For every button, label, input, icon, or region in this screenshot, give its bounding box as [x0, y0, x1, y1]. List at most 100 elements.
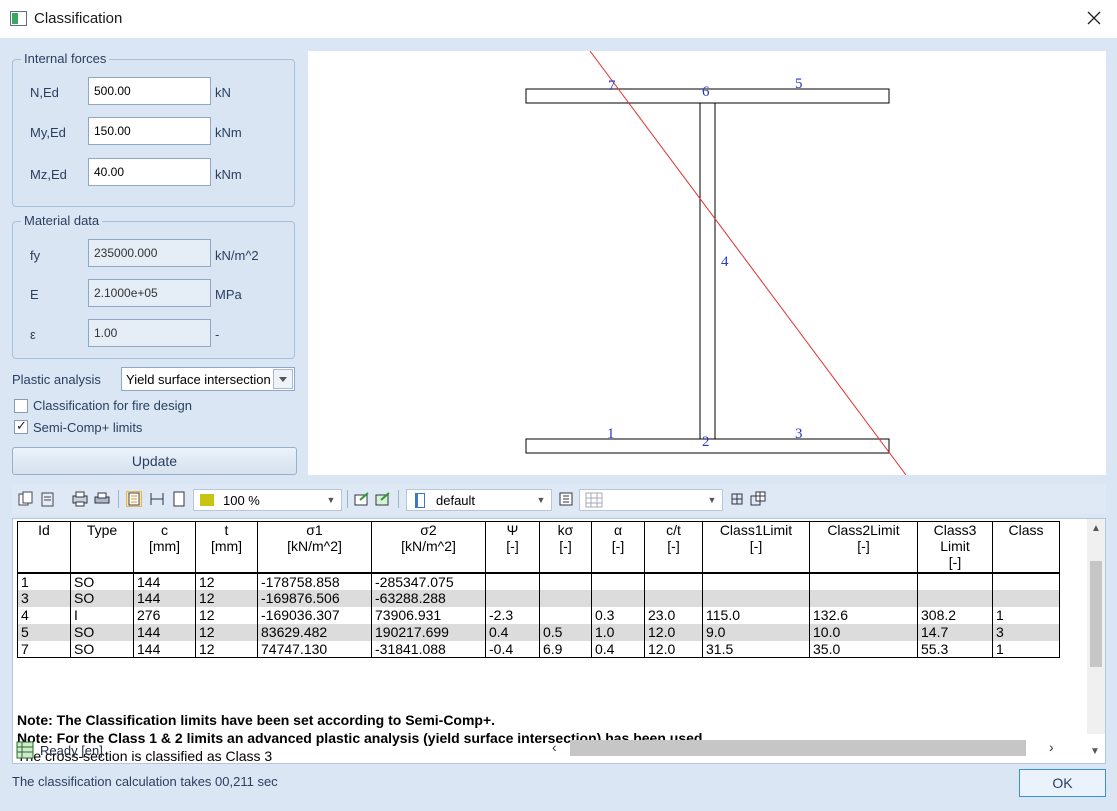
table-cell: 115.0 [702, 606, 810, 624]
zoom-combo[interactable]: 100 % ▼ [193, 489, 342, 511]
scroll-thumb[interactable] [1090, 561, 1102, 667]
table-cell: 55.3 [917, 640, 993, 658]
status-grid-icon [16, 741, 34, 759]
scroll-up-icon[interactable]: ▲ [1091, 523, 1101, 534]
table-cell: 1 [992, 640, 1060, 658]
table-cell: 0.5 [539, 623, 592, 641]
table-row[interactable]: 1 SO 144 12 -178758.858 -285347.075 [17, 572, 1060, 590]
plate-label-1: 1 [607, 426, 615, 442]
dropdown-arrow-icon[interactable] [273, 369, 293, 389]
fit-width-icon[interactable] [126, 491, 142, 507]
fit-height-icon[interactable] [149, 491, 165, 507]
toolbar-separator [347, 490, 348, 508]
scroll-down-icon[interactable]: ▼ [1090, 746, 1100, 757]
column-header[interactable]: Class3 Limit [-] [917, 521, 993, 574]
table-cell [539, 606, 592, 624]
ned-input[interactable] [88, 77, 211, 105]
e-unit: MPa [215, 287, 242, 302]
table-cell [917, 589, 993, 607]
scroll-left-icon[interactable]: ‹ [552, 739, 557, 755]
paste-icon[interactable] [40, 491, 56, 507]
table-row[interactable]: 7 SO 144 12 74747.130 -31841.088 -0.4 6.9 0.4 12.… [17, 640, 1060, 658]
ok-button[interactable]: OK [1019, 769, 1106, 797]
column-header[interactable]: Type [70, 521, 134, 574]
table-cell: 144 [133, 589, 196, 607]
column-header[interactable]: Id [17, 521, 71, 574]
column-header[interactable]: σ2 [kN/m^2] [371, 521, 486, 574]
update-button[interactable]: Update [12, 447, 297, 475]
cross-section-drawing: 7 6 5 4 1 2 3 [308, 51, 1106, 475]
table-row[interactable]: 5 SO 144 12 83629.482 190217.699 0.4 0.5 1.0 12.0… [17, 623, 1060, 641]
column-header[interactable]: c [mm] [133, 521, 196, 574]
print-icon[interactable] [94, 491, 110, 507]
myed-input[interactable] [88, 117, 211, 145]
column-header[interactable]: t [mm] [195, 521, 258, 574]
column-header[interactable]: α [-] [591, 521, 645, 574]
vertical-scrollbar[interactable]: ▲ [1087, 519, 1105, 734]
table-cell: 7 [17, 640, 71, 658]
e-field[interactable] [88, 279, 211, 307]
table-settings-icon[interactable] [558, 491, 574, 507]
close-button[interactable] [1071, 0, 1117, 36]
table-cell: 144 [133, 572, 196, 590]
mzed-input[interactable] [88, 158, 211, 186]
results-table: Id Type c [mm] t [mm] σ1 [kN/m^2] σ2 [kN/m^2… [17, 521, 1060, 658]
plastic-analysis-dropdown[interactable]: Yield surface intersection [121, 367, 295, 391]
table-cell: SO [70, 589, 134, 607]
table-cell: 12 [195, 623, 258, 641]
epsilon-unit: - [215, 327, 220, 342]
grid-dropdown-icon[interactable]: ▼ [704, 492, 720, 508]
export-icon[interactable] [354, 491, 370, 507]
small-grid-icon[interactable] [729, 491, 745, 507]
app-icon [10, 11, 27, 26]
style-combo[interactable]: default ▼ [406, 489, 552, 511]
grid-layout-icon[interactable] [750, 491, 766, 507]
table-cell: 0.3 [591, 606, 645, 624]
scroll-right-icon[interactable]: › [1049, 739, 1054, 755]
close-icon [1087, 11, 1101, 25]
table-cell: 0.4 [591, 640, 645, 658]
table-cell: 83629.482 [257, 623, 372, 641]
table-cell: 12 [195, 572, 258, 590]
column-header[interactable]: c/t [-] [644, 521, 703, 574]
table-cell: -169036.307 [257, 606, 372, 624]
column-header[interactable]: kσ [-] [539, 521, 592, 574]
table-cell [992, 589, 1060, 607]
fy-field[interactable] [88, 239, 211, 267]
myed-label: My,Ed [30, 125, 66, 140]
table-cell [702, 572, 810, 590]
table-cell: -169876.506 [257, 589, 372, 607]
epsilon-field[interactable] [88, 319, 211, 347]
calculation-time-message: The classification calculation takes 00,… [12, 774, 278, 789]
table-cell [917, 572, 993, 590]
table-cell [809, 572, 918, 590]
horizontal-scrollbar[interactable]: ‹ › [552, 738, 1088, 758]
material-data-group: Material data fy kN/m^2 E MPa ε - [12, 213, 295, 359]
column-header[interactable]: Ψ [-] [485, 521, 540, 574]
table-cell: 144 [133, 640, 196, 658]
column-header[interactable]: σ1 [kN/m^2] [257, 521, 372, 574]
column-header[interactable]: Class2Limit [-] [809, 521, 918, 574]
h-scroll-thumb[interactable] [570, 740, 1026, 756]
plate-label-6: 6 [702, 84, 710, 100]
grid-combo[interactable]: ▼ [579, 489, 723, 511]
table-cell: 3 [17, 589, 71, 607]
table-cell: -285347.075 [371, 572, 486, 590]
print-preview-icon[interactable] [72, 491, 88, 507]
table-cell: 1 [992, 606, 1060, 624]
page-icon[interactable] [171, 491, 187, 507]
semi-comp-checkbox[interactable] [14, 418, 28, 434]
zoom-value: 100 % [223, 493, 260, 508]
table-row[interactable]: 3 SO 144 12 -169876.506 -63288.288 [17, 589, 1060, 607]
style-dropdown-icon[interactable]: ▼ [533, 492, 549, 508]
table-cell: 3 [992, 623, 1060, 641]
column-header[interactable]: Class [992, 521, 1060, 574]
fire-design-checkbox[interactable] [14, 399, 28, 413]
column-header[interactable]: Class1Limit [-] [702, 521, 810, 574]
table-cell [992, 572, 1060, 590]
zoom-dropdown-icon[interactable]: ▼ [323, 492, 339, 508]
mzed-unit: kNm [215, 167, 242, 182]
table-row[interactable]: 4 I 276 12 -169036.307 73906.931 -2.3 0.3 23.0 11… [17, 606, 1060, 624]
copy-icon[interactable] [18, 491, 34, 507]
export-all-icon[interactable] [375, 491, 391, 507]
